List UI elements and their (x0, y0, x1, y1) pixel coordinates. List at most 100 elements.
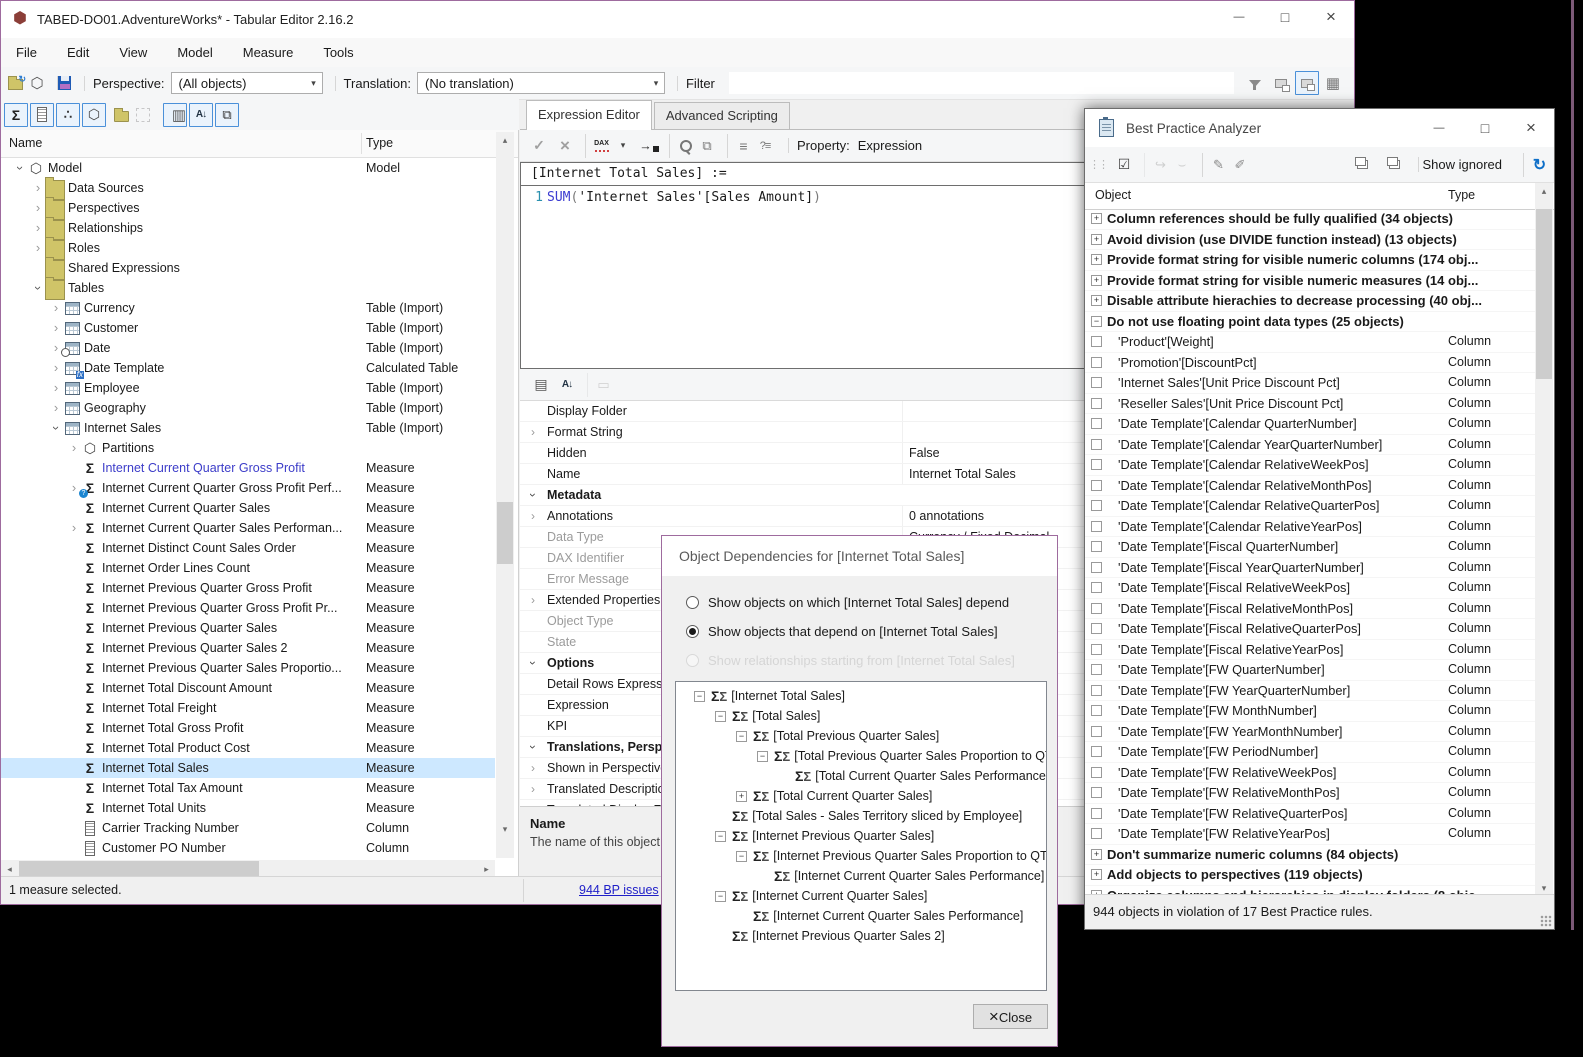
tree-row[interactable]: Internet Current Quarter Sales Performan… (1, 518, 495, 538)
tree-row[interactable]: Partitions (1, 438, 495, 458)
bpa-row[interactable]: 'Date Template'[FW YearQuarterNumber] Co… (1085, 681, 1537, 701)
rule-expander-icon[interactable] (1091, 397, 1102, 409)
radio-option[interactable]: Show objects that depend on [Internet To… (686, 621, 998, 641)
metadata-columns-icon[interactable] (163, 102, 187, 127)
rule-expander-icon[interactable] (1091, 520, 1102, 532)
tree-view-icon[interactable] (1295, 71, 1319, 95)
dependency-node[interactable]: Σ [Internet Previous Quarter Sales Propo… (694, 846, 1046, 866)
expander-icon[interactable] (49, 378, 63, 398)
tree-row[interactable]: Customer Table (Import) (1, 318, 495, 338)
close-button[interactable] (1308, 1, 1354, 33)
bpa-row[interactable]: Avoid division (use DIVIDE function inst… (1085, 230, 1537, 250)
categorized-icon[interactable] (529, 373, 553, 397)
editor-tab[interactable]: Advanced Scripting (653, 102, 790, 129)
rule-expander-icon[interactable] (1091, 561, 1102, 573)
dependency-node[interactable]: Σ [Internet Previous Quarter Sales] (694, 826, 1046, 846)
tree-row[interactable]: Geography Table (Import) (1, 398, 495, 418)
expander-icon[interactable] (49, 398, 63, 418)
tree-row[interactable]: Internet Total Tax Amount Measure (1, 778, 495, 798)
rule-expander-icon[interactable] (1091, 766, 1102, 778)
object-column-header[interactable]: Object (1095, 188, 1131, 202)
cancel-icon[interactable] (553, 134, 577, 158)
script-icon[interactable] (1202, 152, 1226, 177)
import-icon[interactable] (637, 134, 661, 158)
tree-row[interactable]: Internet Total Freight Measure (1, 698, 495, 718)
show-ignored-button[interactable]: Show ignored (1417, 157, 1507, 172)
table-column-icon[interactable] (30, 102, 54, 127)
expander-icon[interactable] (49, 298, 63, 318)
tree-expander-icon[interactable] (736, 730, 747, 742)
bpa-row[interactable]: 'Date Template'[Calendar RelativeYearPos… (1085, 517, 1537, 537)
menu-item[interactable]: View (104, 45, 162, 60)
dependency-node[interactable]: Σ [Total Current Quarter Sales] (694, 786, 1046, 806)
show-objects-icon[interactable] (215, 102, 239, 127)
explorer-vertical-scrollbar[interactable]: ▴ ▾ (496, 132, 514, 858)
tree-row[interactable]: Shared Expressions (1, 256, 495, 280)
tree-row[interactable]: Internet Total Units Measure (1, 798, 495, 818)
property-pages-icon[interactable] (587, 372, 611, 397)
bpa-row[interactable]: 'Date Template'[FW PeriodNumber] Column (1085, 742, 1537, 763)
save-icon[interactable] (57, 76, 71, 90)
tree-row[interactable]: Perspectives (1, 196, 495, 220)
rule-expander-icon[interactable] (1091, 787, 1102, 798)
open-folder-icon[interactable] (8, 74, 26, 90)
accept-icon[interactable] (527, 134, 551, 158)
dependency-node[interactable]: Σ [Internet Total Sales] (694, 686, 1046, 706)
tree-expander-icon[interactable] (736, 790, 747, 802)
rule-expander-icon[interactable] (1091, 664, 1102, 675)
bpa-row[interactable]: 'Date Template'[Fiscal RelativeQuarterPo… (1085, 619, 1537, 640)
tree-row[interactable]: Carrier Tracking Number Column (1, 818, 495, 838)
tree-expander-icon[interactable] (736, 850, 747, 862)
bp-issues-link[interactable]: 944 BP issues (579, 883, 659, 897)
rule-expander-icon[interactable] (1091, 725, 1102, 737)
bpa-row[interactable]: Add objects to perspectives (119 objects… (1085, 865, 1537, 886)
rule-expander-icon[interactable] (1091, 356, 1102, 368)
bpa-row[interactable]: 'Date Template'[FW YearMonthNumber] Colu… (1085, 722, 1537, 742)
tree-row[interactable]: Customer PO Number Column (1, 838, 495, 858)
dax-formatter-icon[interactable] (585, 133, 609, 158)
tree-expander-icon[interactable] (694, 690, 705, 702)
funnel-icon[interactable] (1243, 71, 1267, 95)
bpa-row[interactable]: 'Date Template'[FW RelativeQuarterPos] C… (1085, 804, 1537, 824)
rule-expander-icon[interactable] (1091, 684, 1102, 696)
tree-row[interactable]: Internet Previous Quarter Gross Profit P… (1, 598, 495, 618)
radio-icon[interactable] (686, 595, 699, 609)
dependency-node[interactable]: Σ [Internet Current Quarter Sales] (694, 886, 1046, 906)
hierarchy-icon[interactable] (56, 102, 80, 127)
expander-icon[interactable] (31, 178, 45, 198)
rule-expander-icon[interactable] (1091, 582, 1102, 593)
editor-tab[interactable]: Expression Editor (526, 100, 652, 130)
maximize-button[interactable] (1462, 112, 1508, 144)
bpa-row[interactable]: 'Reseller Sales'[Unit Price Discount Pct… (1085, 394, 1537, 414)
search-icon[interactable] (669, 133, 693, 158)
tree-row[interactable]: Internet Order Lines Count Measure (1, 558, 495, 578)
perspective-select[interactable]: (All objects) ▾ (170, 72, 323, 94)
tree-row[interactable]: Relationships (1, 216, 495, 240)
minimize-button[interactable] (1416, 112, 1462, 144)
refresh-icon[interactable] (1523, 152, 1547, 177)
bpa-row[interactable]: 'Product'[Weight] Column (1085, 332, 1537, 353)
property-expander-icon[interactable] (526, 485, 540, 505)
bpa-row[interactable]: 'Date Template'[Calendar RelativeMonthPo… (1085, 476, 1537, 496)
rule-expander-icon[interactable] (1091, 643, 1102, 655)
tree-row[interactable]: Date Table (Import) (1, 338, 495, 358)
tree-row[interactable]: Internet Previous Quarter Gross Profit M… (1, 578, 495, 598)
bpa-row[interactable]: 'Date Template'[Fiscal RelativeWeekPos] … (1085, 578, 1537, 599)
property-expander-icon[interactable] (526, 737, 540, 757)
goto-icon[interactable] (1144, 152, 1168, 177)
maximize-button[interactable] (1262, 1, 1308, 33)
menu-item[interactable]: Measure (228, 45, 309, 60)
bpa-row[interactable]: 'Date Template'[FW MonthNumber] Column (1085, 701, 1537, 722)
sort-az-icon[interactable] (189, 102, 213, 127)
scrollbar-thumb[interactable] (497, 502, 513, 564)
menu-item[interactable]: File (1, 45, 52, 60)
resize-grip[interactable] (1540, 915, 1552, 927)
tree-expander-icon[interactable] (715, 710, 726, 722)
rule-expander-icon[interactable] (1091, 602, 1102, 614)
property-expander-icon[interactable] (526, 506, 540, 526)
expander-icon[interactable] (31, 278, 45, 298)
rule-expander-icon[interactable] (1091, 479, 1102, 491)
tree-row[interactable]: Internet Sales Table (Import) (1, 418, 495, 438)
expander-icon[interactable] (31, 218, 45, 238)
name-column-header[interactable]: Name (9, 136, 42, 150)
